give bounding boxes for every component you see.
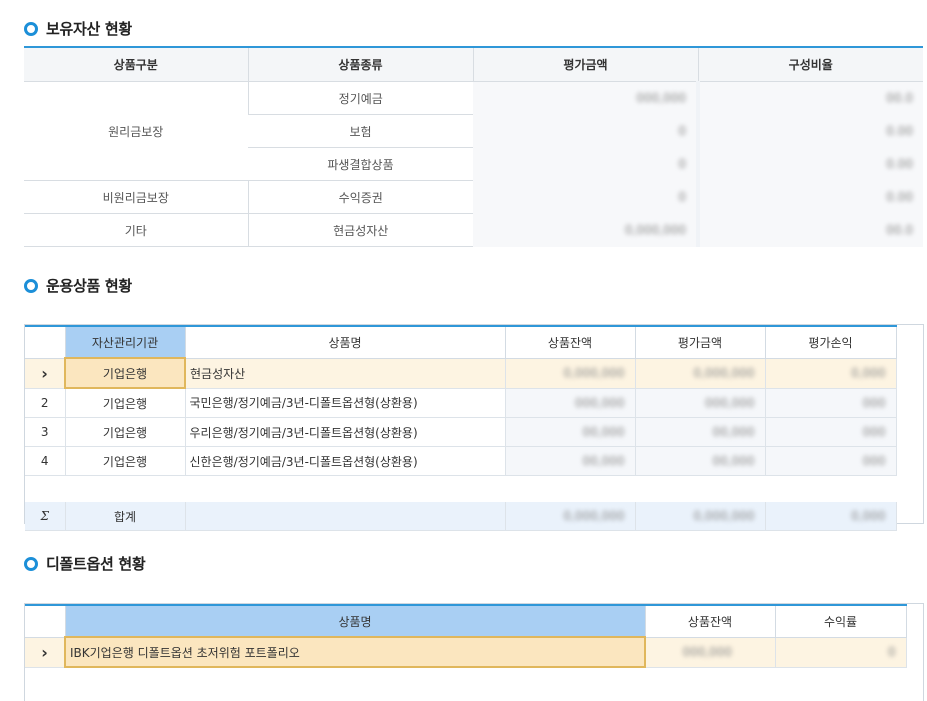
org-cell[interactable]: 기업은행 xyxy=(65,417,186,447)
sum-label: 합계 xyxy=(65,502,186,531)
pl-cell[interactable]: 000 xyxy=(765,446,897,476)
eval-cell[interactable]: 00,000 xyxy=(635,446,766,476)
empty-row xyxy=(25,476,896,503)
row-number: 3 xyxy=(25,417,66,447)
col-eval-amount: 평가금액 xyxy=(472,46,698,82)
col-eval-pl[interactable]: 평가손익 xyxy=(765,325,897,359)
pl-cell[interactable]: 000 xyxy=(765,388,897,418)
table-row[interactable]: › 기업은행 현금성자산 0,000,000 0,000,000 0,000 xyxy=(25,357,897,389)
product-name-cell[interactable]: IBK기업은행 디폴트옵션 초저위험 포트폴리오 xyxy=(64,636,646,668)
row-number: 2 xyxy=(25,388,66,418)
col-product-category: 상품구분 xyxy=(24,46,248,82)
circle-bullet-icon xyxy=(24,556,38,571)
default-section-title: 디폴트옵션 현황 xyxy=(24,553,146,574)
product-name-cell[interactable]: 국민은행/정기예금/3년-디폴트옵션형(상환용) xyxy=(185,388,506,418)
ratio-cell: 00.0 xyxy=(696,81,923,115)
table-row[interactable]: 3 기업은행 우리은행/정기예금/3년-디폴트옵션형(상환용) 00,000 0… xyxy=(25,417,897,447)
category-cell: 원리금보장 xyxy=(24,81,248,181)
product-name-cell[interactable]: 현금성자산 xyxy=(185,358,506,389)
col-product-balance[interactable]: 상품잔액 xyxy=(645,604,776,638)
eval-cell[interactable]: 0,000,000 xyxy=(635,358,766,389)
category-cell: 비원리금보장 xyxy=(24,180,248,214)
amount-cell: 000,000 xyxy=(473,81,698,115)
circle-bullet-icon xyxy=(24,21,38,36)
balance-cell[interactable]: 0,000,000 xyxy=(505,358,636,389)
pl-cell[interactable]: 000 xyxy=(765,417,897,447)
ratio-cell: 0.00 xyxy=(696,114,923,148)
products-section-title: 운용상품 현황 xyxy=(24,275,132,296)
col-product-name[interactable]: 상품명 xyxy=(185,325,506,359)
row-number: 4 xyxy=(25,446,66,476)
products-title-text: 운용상품 현황 xyxy=(46,277,132,295)
col-eval-amount[interactable]: 평가금액 xyxy=(635,325,766,359)
type-cell: 현금성자산 xyxy=(247,213,473,247)
org-cell[interactable]: 기업은행 xyxy=(65,446,186,476)
category-cell: 기타 xyxy=(24,213,248,247)
holdings-title-text: 보유자산 현황 xyxy=(46,20,132,38)
balance-cell[interactable]: 000,000 xyxy=(505,388,636,418)
type-cell: 파생결합상품 xyxy=(248,147,473,181)
products-header-row: 자산관리기관 상품명 상품잔액 평가금액 평가손익 xyxy=(25,325,897,359)
default-option-grid[interactable]: 상품명 상품잔액 수익률 › IBK기업은행 디폴트옵션 초저위험 포트폴리오 … xyxy=(24,603,924,701)
table-row[interactable]: › IBK기업은행 디폴트옵션 초저위험 포트폴리오 000,000 0 xyxy=(25,636,907,668)
holdings-table: 상품구분 상품종류 평가금액 구성비율 원리금보장 정기예금 000,000 0… xyxy=(24,46,923,247)
sum-pl-cell: 0,000 xyxy=(765,502,897,531)
balance-cell[interactable]: 00,000 xyxy=(505,446,636,476)
pl-cell[interactable]: 0,000 xyxy=(765,358,897,389)
grid-blank-area xyxy=(25,476,896,503)
type-cell: 보험 xyxy=(248,114,473,148)
holdings-header-row: 상품구분 상품종류 평가금액 구성비율 xyxy=(24,46,923,82)
product-name-cell[interactable]: 신한은행/정기예금/3년-디폴트옵션형(상환용) xyxy=(185,446,506,476)
row-pointer-icon: › xyxy=(25,637,66,668)
rate-cell[interactable]: 0 xyxy=(775,637,907,668)
table-row: 기타 현금성자산 0,000,000 00.0 xyxy=(24,213,923,247)
type-cell: 정기예금 xyxy=(247,81,473,115)
table-row[interactable]: 4 기업은행 신한은행/정기예금/3년-디폴트옵션형(상환용) 00,000 0… xyxy=(25,446,897,476)
sum-eval-cell: 0,000,000 xyxy=(635,502,766,531)
col-product-name[interactable]: 상품명 xyxy=(65,604,646,638)
products-grid[interactable]: 자산관리기관 상품명 상품잔액 평가금액 평가손익 › 기업은행 현금성자산 0… xyxy=(24,324,924,531)
col-return-rate[interactable]: 수익률 xyxy=(775,604,907,638)
org-cell[interactable]: 기업은행 xyxy=(64,357,186,389)
circle-bullet-icon xyxy=(24,278,38,293)
ratio-cell: 0.00 xyxy=(696,180,923,214)
row-pointer-icon: › xyxy=(25,358,66,389)
sigma-icon: Σ xyxy=(25,502,66,531)
org-cell[interactable]: 기업은행 xyxy=(65,388,186,418)
table-row: 원리금보장 정기예금 000,000 00.0 xyxy=(24,81,923,181)
sum-balance-cell: 0,000,000 xyxy=(505,502,636,531)
ratio-cell: 0.00 xyxy=(696,147,923,181)
amount-cell: 0 xyxy=(473,180,698,214)
product-name-cell[interactable]: 우리은행/정기예금/3년-디폴트옵션형(상환용) xyxy=(185,417,506,447)
col-product-balance[interactable]: 상품잔액 xyxy=(505,325,636,359)
balance-cell[interactable]: 000,000 xyxy=(645,637,776,668)
holdings-section-title: 보유자산 현황 xyxy=(24,18,132,39)
col-product-type: 상품종류 xyxy=(247,46,473,82)
col-asset-manager[interactable]: 자산관리기관 xyxy=(65,325,186,359)
balance-cell[interactable]: 00,000 xyxy=(505,417,636,447)
col-composition-ratio: 구성비율 xyxy=(697,46,923,82)
eval-cell[interactable]: 000,000 xyxy=(635,388,766,418)
amount-cell: 0 xyxy=(473,114,698,148)
col-rownum xyxy=(25,325,66,359)
table-row: 비원리금보장 수익증권 0 0.00 xyxy=(24,180,923,214)
ratio-cell: 00.0 xyxy=(696,213,923,247)
default-title-text: 디폴트옵션 현황 xyxy=(46,555,146,573)
sum-row: Σ 합계 0,000,000 0,000,000 0,000 xyxy=(25,502,897,531)
type-cell: 수익증권 xyxy=(247,180,473,214)
col-rownum xyxy=(25,604,66,638)
table-row[interactable]: 2 기업은행 국민은행/정기예금/3년-디폴트옵션형(상환용) 000,000 … xyxy=(25,388,897,418)
amount-cell: 0 xyxy=(473,147,698,181)
default-header-row: 상품명 상품잔액 수익률 xyxy=(25,604,907,638)
sum-empty-cell xyxy=(185,502,506,531)
eval-cell[interactable]: 00,000 xyxy=(635,417,766,447)
amount-cell: 0,000,000 xyxy=(473,213,698,247)
